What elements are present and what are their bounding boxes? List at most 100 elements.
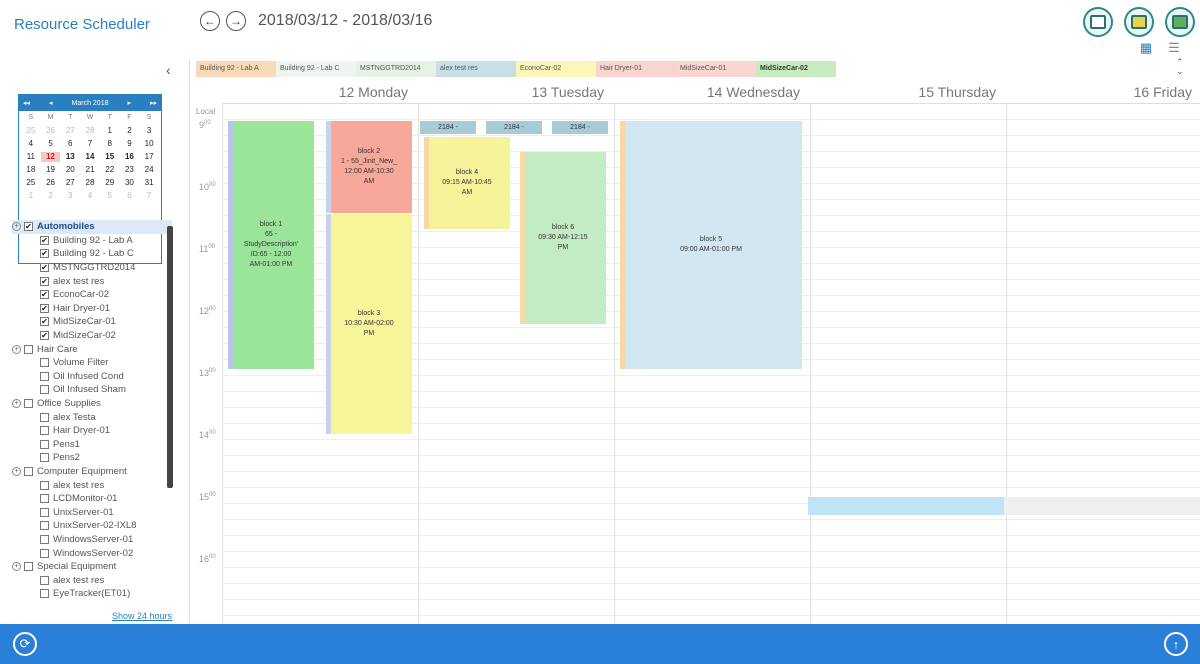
checkbox[interactable] bbox=[24, 344, 33, 354]
tree-group[interactable]: + ✔ Automobiles bbox=[12, 220, 172, 234]
mini-calendar-day[interactable]: 10 bbox=[139, 139, 159, 149]
tree-item[interactable]: UnixServer-01 bbox=[12, 505, 172, 519]
mini-calendar-day[interactable]: 1 bbox=[100, 126, 120, 136]
calendar-grid[interactable]: block 1 65 - StudyDescription' ID:65 - 1… bbox=[222, 104, 1200, 624]
tree-item[interactable]: ✔ Building 92 - Lab C bbox=[12, 247, 172, 261]
mini-calendar-day[interactable]: 8 bbox=[100, 139, 120, 149]
expand-icon[interactable]: + bbox=[12, 466, 21, 476]
mini-calendar-day[interactable]: 28 bbox=[80, 178, 100, 188]
event-block4[interactable]: block 4 09:15 AM-10:45 AM bbox=[424, 137, 510, 229]
month-view-button[interactable] bbox=[1165, 7, 1195, 37]
tree-item[interactable]: Volume Filter bbox=[12, 356, 172, 370]
tree-item[interactable]: Oil Infused Sham bbox=[12, 383, 172, 397]
show-24-hours-link[interactable]: Show 24 hours bbox=[112, 611, 172, 621]
checkbox[interactable]: ✔ bbox=[40, 276, 49, 286]
scroll-top-button[interactable]: ↑ bbox=[1164, 632, 1188, 656]
tree-item[interactable]: WindowsServer-02 bbox=[12, 546, 172, 560]
checkbox[interactable] bbox=[40, 371, 49, 381]
tree-item[interactable]: EyeTracker(ET01) bbox=[12, 587, 172, 600]
tree-item[interactable]: ✔ MidSizeCar-02 bbox=[12, 329, 172, 343]
mini-calendar-day[interactable]: 11 bbox=[21, 152, 41, 162]
mini-calendar-day[interactable]: 22 bbox=[100, 165, 120, 175]
mini-calendar-day[interactable]: 31 bbox=[139, 178, 159, 188]
mini-calendar-day[interactable]: 25 bbox=[21, 126, 41, 136]
checkbox[interactable] bbox=[24, 562, 33, 572]
mini-calendar-day[interactable]: 6 bbox=[120, 191, 140, 201]
mini-calendar-day[interactable]: 5 bbox=[100, 191, 120, 201]
checkbox[interactable] bbox=[40, 589, 49, 599]
event-block2[interactable]: block 2 1 - 55_Jinit_New_ 12:00 AM-10:30… bbox=[326, 121, 412, 213]
tree-item[interactable]: Oil Infused Cond bbox=[12, 370, 172, 384]
mini-calendar-day[interactable]: 30 bbox=[120, 178, 140, 188]
tree-item[interactable]: ✔ alex test res bbox=[12, 274, 172, 288]
mini-calendar-day[interactable]: 4 bbox=[21, 139, 41, 149]
event-block5[interactable]: block 5 09:00 AM-01:00 PM bbox=[620, 121, 802, 369]
mini-calendar-day[interactable]: 21 bbox=[80, 165, 100, 175]
mini-calendar-day[interactable]: 26 bbox=[41, 126, 61, 136]
checkbox[interactable]: ✔ bbox=[40, 303, 49, 313]
refresh-button[interactable]: ⟳ bbox=[13, 632, 37, 656]
resource-tab[interactable]: Building 92 - Lab A bbox=[196, 61, 276, 77]
event-block6[interactable]: block 6 09:30 AM-12:15 PM bbox=[520, 152, 606, 324]
list-layout-icon[interactable]: ☰ bbox=[1167, 41, 1181, 55]
checkbox[interactable] bbox=[40, 521, 49, 531]
mini-calendar-day[interactable]: 25 bbox=[21, 178, 41, 188]
mini-calendar-day[interactable]: 29 bbox=[100, 178, 120, 188]
checkbox[interactable] bbox=[40, 412, 49, 422]
mini-calendar-day[interactable]: 5 bbox=[41, 139, 61, 149]
prev-month-icon[interactable]: ◂ bbox=[49, 99, 53, 107]
checkbox[interactable] bbox=[40, 548, 49, 558]
resource-tab[interactable]: alex test res bbox=[436, 61, 516, 77]
tree-group[interactable]: + Office Supplies bbox=[12, 397, 172, 411]
mini-calendar-day[interactable]: 23 bbox=[120, 165, 140, 175]
mini-calendar-day[interactable]: 2 bbox=[41, 191, 61, 201]
mini-calendar-day[interactable]: 19 bbox=[41, 165, 61, 175]
selected-slot[interactable] bbox=[808, 497, 1004, 515]
checkbox[interactable] bbox=[40, 385, 49, 395]
expand-icon[interactable]: + bbox=[12, 562, 21, 572]
expand-icon[interactable]: + bbox=[12, 344, 21, 354]
mini-calendar-day[interactable]: 9 bbox=[120, 139, 140, 149]
mini-calendar-day[interactable]: 27 bbox=[60, 126, 80, 136]
checkbox[interactable]: ✔ bbox=[40, 317, 49, 327]
selected-slot-extension[interactable] bbox=[1004, 497, 1200, 515]
checkbox[interactable]: ✔ bbox=[40, 249, 49, 259]
checkbox[interactable] bbox=[40, 480, 49, 490]
mini-calendar-day[interactable]: 12 bbox=[40, 152, 61, 162]
tree-item[interactable]: Pens2 bbox=[12, 451, 172, 465]
mini-event[interactable]: 2184 - bbox=[420, 121, 476, 134]
mini-calendar-day[interactable]: 16 bbox=[120, 152, 140, 162]
resource-tab[interactable]: MidSizeCar-01 bbox=[676, 61, 756, 77]
chevron-up-down-icon[interactable]: ⌃ ⌄ bbox=[1176, 58, 1184, 76]
mini-calendar-day[interactable]: 20 bbox=[60, 165, 80, 175]
mini-calendar-day[interactable]: 1 bbox=[21, 191, 41, 201]
mini-calendar-day[interactable]: 3 bbox=[139, 126, 159, 136]
next-year-icon[interactable]: ▸▸ bbox=[150, 99, 157, 107]
mini-calendar-day[interactable]: 24 bbox=[139, 165, 159, 175]
checkbox[interactable]: ✔ bbox=[40, 263, 49, 273]
mini-calendar-day[interactable]: 26 bbox=[41, 178, 61, 188]
mini-calendar-day[interactable]: 4 bbox=[80, 191, 100, 201]
mini-calendar-day[interactable]: 28 bbox=[80, 126, 100, 136]
tree-group[interactable]: + Special Equipment bbox=[12, 560, 172, 574]
mini-event[interactable]: 2184 - bbox=[552, 121, 608, 134]
checkbox[interactable] bbox=[40, 439, 49, 449]
prev-week-button[interactable]: ← bbox=[200, 11, 220, 31]
tree-item[interactable]: ✔ MSTNGGTRD2014 bbox=[12, 261, 172, 275]
checkbox[interactable] bbox=[24, 399, 33, 409]
mini-calendar-day[interactable]: 3 bbox=[60, 191, 80, 201]
tree-item[interactable]: LCDMonitor-01 bbox=[12, 492, 172, 506]
resource-tab[interactable]: Hair Dryer-01 bbox=[596, 61, 676, 77]
mini-calendar-day[interactable]: 14 bbox=[80, 152, 100, 162]
expand-icon[interactable]: + bbox=[12, 222, 21, 232]
checkbox[interactable] bbox=[40, 534, 49, 544]
checkbox[interactable]: ✔ bbox=[40, 331, 49, 341]
mini-calendar-day[interactable]: 17 bbox=[139, 152, 159, 162]
expand-icon[interactable]: + bbox=[12, 399, 21, 409]
resource-tab[interactable]: MidSizeCar-02 bbox=[756, 61, 836, 77]
mini-calendar-day[interactable]: 15 bbox=[100, 152, 120, 162]
mini-calendar-day[interactable]: 7 bbox=[139, 191, 159, 201]
tree-group[interactable]: + Computer Equipment bbox=[12, 465, 172, 479]
next-week-button[interactable]: → bbox=[226, 11, 246, 31]
mini-calendar-day[interactable]: 18 bbox=[21, 165, 41, 175]
